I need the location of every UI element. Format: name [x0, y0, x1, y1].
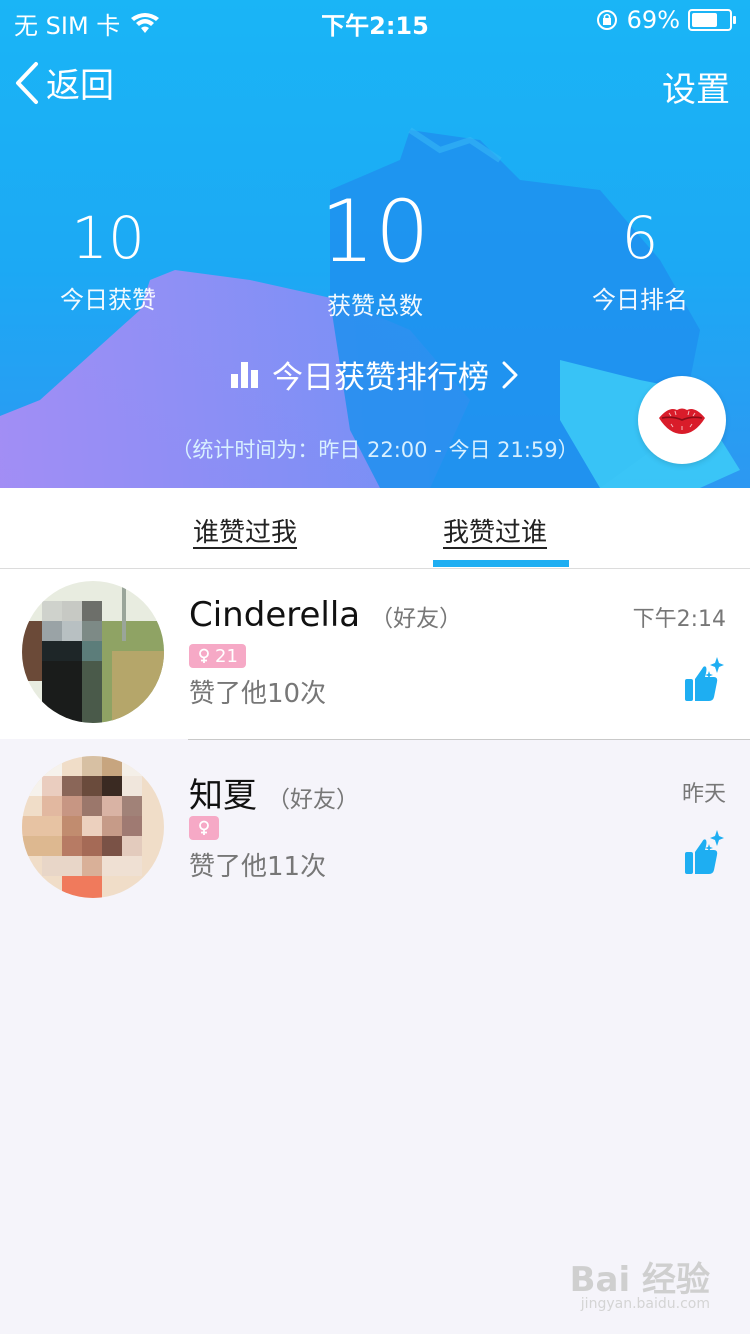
tab-who-liked-me[interactable]: 谁赞过我: [193, 512, 297, 549]
timestamp: 下午2:14: [632, 607, 726, 632]
avatar[interactable]: [22, 756, 164, 898]
stat-total-likes: 10 获赞总数: [265, 186, 485, 321]
status-bar: 无 SIM 卡 下午2:15 69%: [0, 0, 750, 40]
list-item[interactable]: 知夏 （好友） 赞了他11次 昨天: [0, 740, 750, 910]
stat-today-rank-label: 今日排名: [592, 286, 688, 314]
contact-name: 知夏: [189, 776, 257, 816]
tab-who-i-liked[interactable]: 我赞过谁: [443, 512, 547, 549]
chevron-right-icon: [502, 361, 518, 388]
header-hero: 无 SIM 卡 下午2:15 69% 返回 设置 10 今日获赞 10 获赞总数…: [0, 0, 750, 488]
relation-label: （好友）: [370, 606, 463, 632]
stat-total-likes-label: 获赞总数: [327, 292, 423, 320]
contact-name-line: Cinderella （好友）: [189, 595, 462, 635]
avatar[interactable]: [22, 581, 164, 723]
bar-chart-icon: [231, 361, 258, 388]
tab-bar: 谁赞过我 我赞过谁: [0, 488, 750, 569]
ranking-link-label: 今日获赞排行榜: [272, 360, 489, 396]
rotation-lock-icon: [596, 10, 617, 30]
battery-icon: [688, 9, 736, 31]
stat-today-rank-value: 6: [621, 204, 659, 272]
liked-count: 赞了他10次: [189, 679, 327, 709]
contact-name: Cinderella: [189, 595, 361, 635]
relation-label: （好友）: [267, 787, 359, 813]
female-icon: [199, 820, 209, 835]
timestamp: 昨天: [681, 782, 726, 807]
ranking-link[interactable]: 今日获赞排行榜: [0, 352, 750, 397]
baidu-watermark: Bai 经验 jingyan.baidu.com: [569, 1252, 710, 1312]
back-label: 返回: [46, 66, 114, 106]
watermark-main: Bai 经验: [569, 1260, 710, 1300]
stat-total-likes-value: 10: [320, 182, 430, 282]
back-button[interactable]: 返回: [14, 58, 114, 107]
battery-percent: 69%: [626, 6, 680, 34]
thumbs-up-icon[interactable]: [684, 655, 724, 703]
chevron-left-icon: [16, 61, 38, 104]
female-icon: [199, 648, 209, 663]
stat-today-likes: 10 今日获赞: [0, 206, 218, 315]
watermark-sub: jingyan.baidu.com: [580, 1296, 710, 1312]
list-item[interactable]: Cinderella （好友） 21 赞了他10次 下午2:14: [0, 569, 750, 739]
age-label: 21: [215, 645, 238, 667]
lips-icon: [659, 408, 705, 434]
stat-period-note: （统计时间为：昨日 22:00 - 今日 21:59）: [171, 438, 579, 462]
thumbs-up-icon[interactable]: [684, 828, 724, 876]
stat-today-likes-value: 10: [71, 204, 145, 272]
stat-today-likes-label: 今日获赞: [60, 286, 156, 314]
kiss-button[interactable]: [638, 376, 726, 464]
liked-count: 赞了他11次: [189, 852, 327, 882]
tab-active-indicator: [433, 560, 569, 567]
gender-age-badge: 21: [189, 644, 246, 668]
contact-name-line: 知夏 （好友）: [189, 768, 359, 817]
stat-today-rank: 6 今日排名: [530, 206, 750, 315]
settings-button[interactable]: 设置: [662, 62, 730, 111]
gender-badge: [189, 816, 219, 840]
screen: 无 SIM 卡 下午2:15 69% 返回 设置 10 今日获赞 10 获赞总数…: [0, 0, 750, 1334]
